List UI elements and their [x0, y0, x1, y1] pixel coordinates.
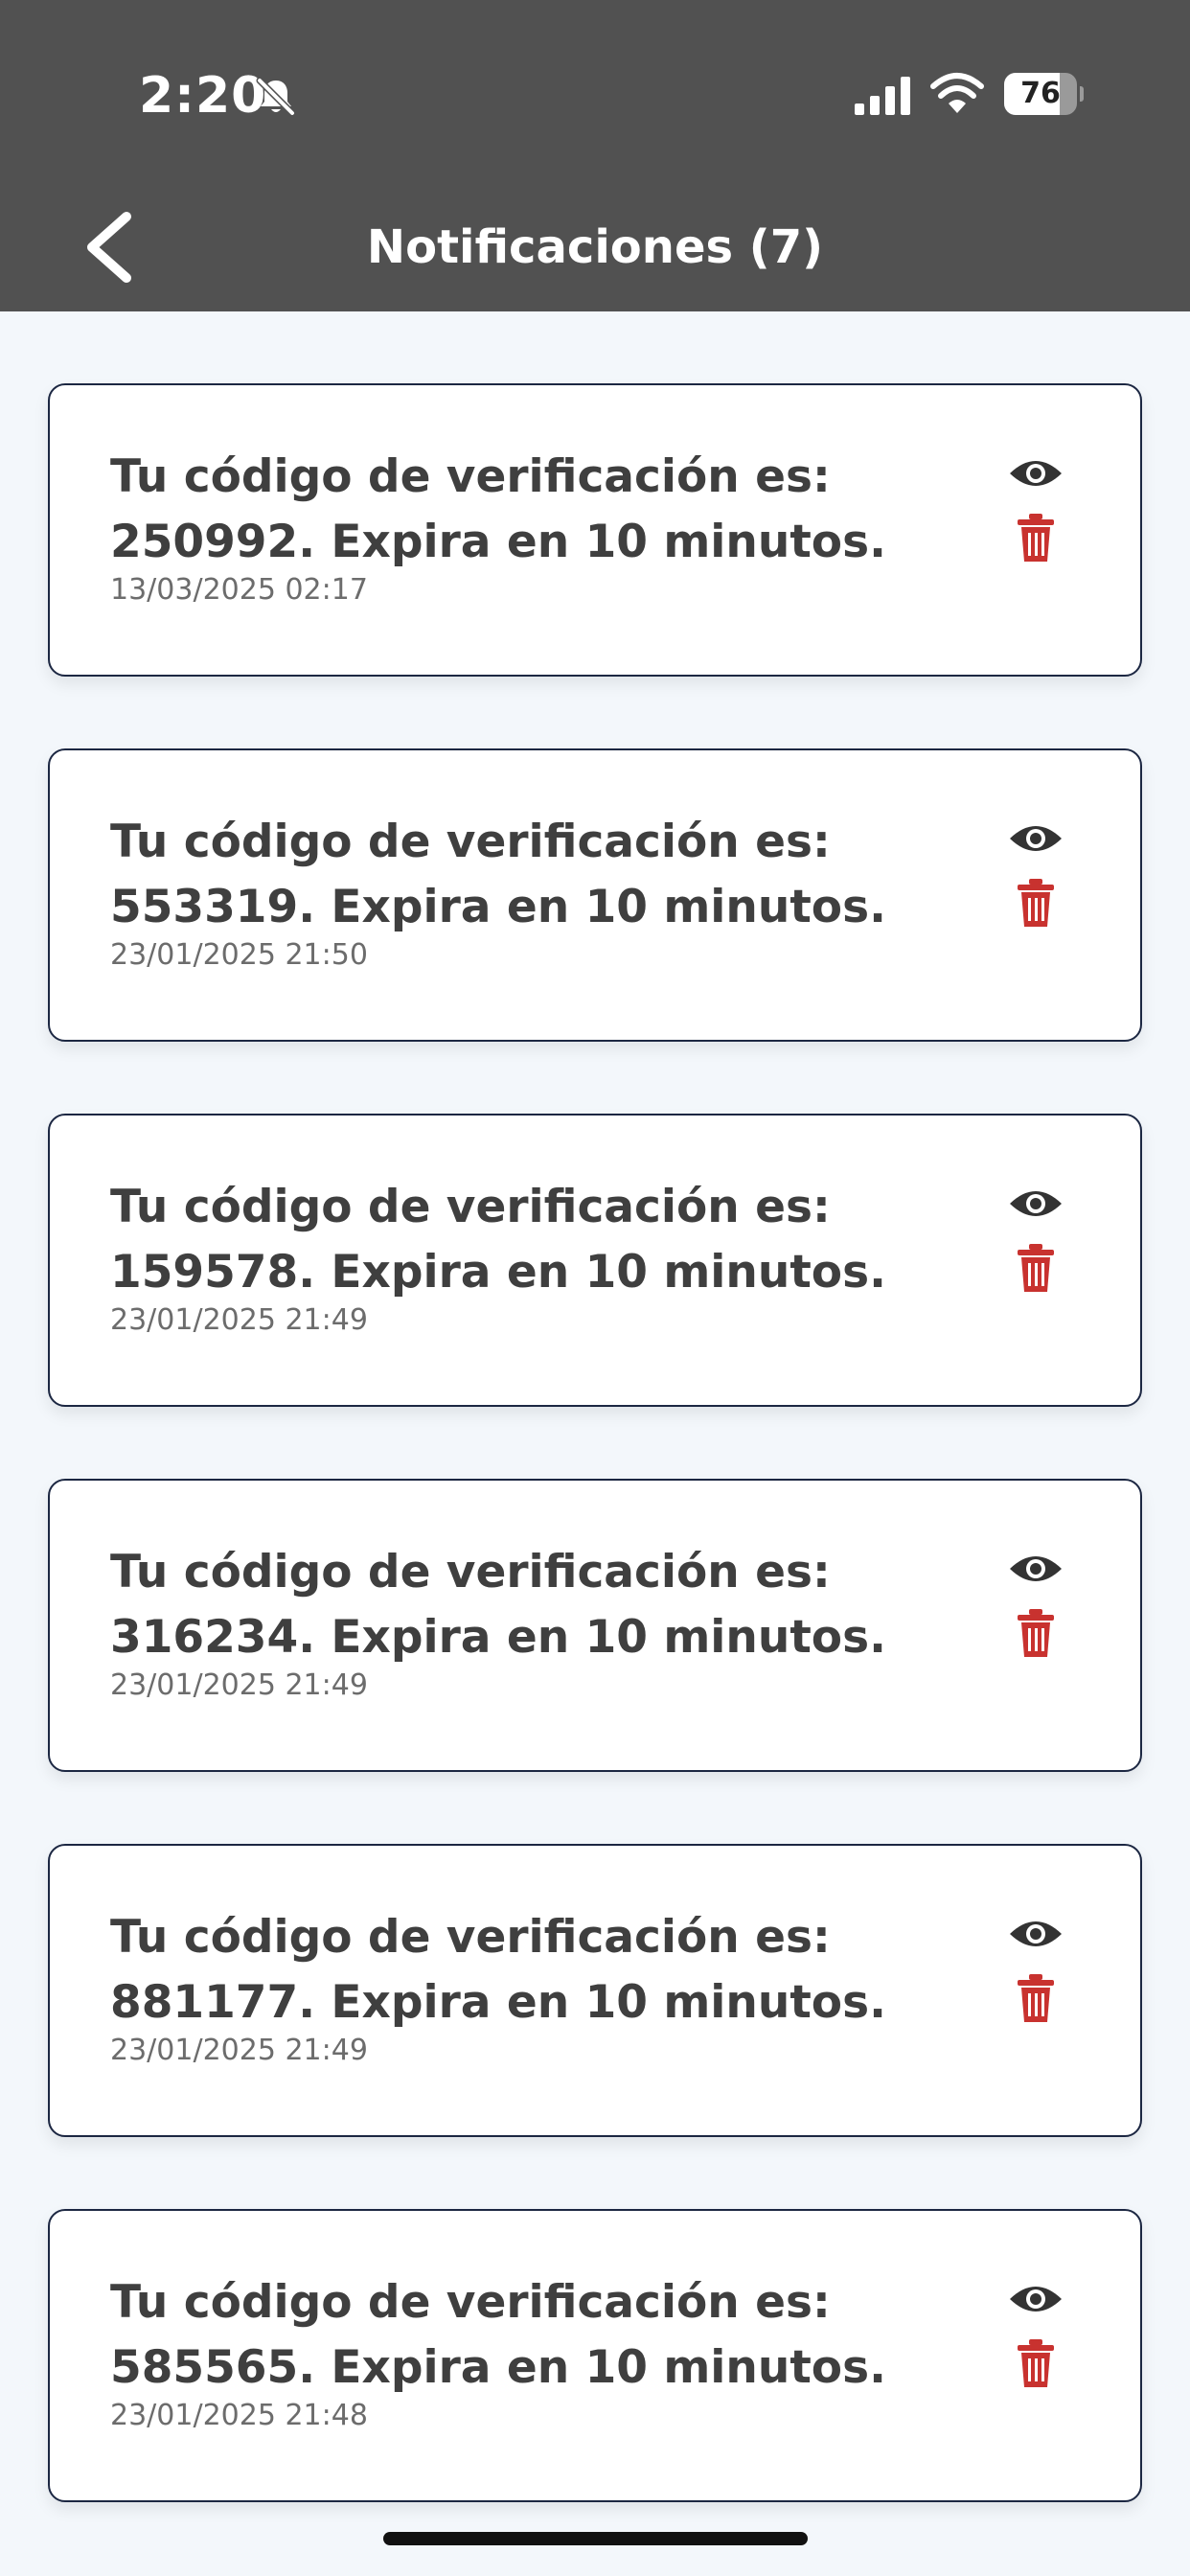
notification-card: Tu código de verificación es: 881177. Ex… [48, 1844, 1142, 2137]
eye-icon[interactable] [1008, 1915, 1064, 1953]
page-title: Notificaciones (7) [366, 220, 824, 274]
notification-message: Tu código de verificación es: 159578. Ex… [110, 1181, 886, 1299]
notification-date: 23/01/2025 21:49 [110, 2034, 368, 2067]
eye-icon[interactable] [1008, 819, 1064, 858]
trash-icon[interactable] [1016, 877, 1056, 929]
status-bar: 2:20 76 [0, 0, 1190, 182]
signal-bars-icon [855, 77, 910, 115]
notification-date: 23/01/2025 21:48 [110, 2399, 368, 2432]
status-time: 2:20 [139, 67, 267, 125]
notification-message: Tu código de verificación es: 250992. Ex… [110, 450, 886, 568]
eye-icon[interactable] [1008, 1550, 1064, 1588]
notification-card: Tu código de verificación es: 553319. Ex… [48, 748, 1142, 1042]
eye-icon[interactable] [1008, 1184, 1064, 1223]
notification-message: Tu código de verificación es: 553319. Ex… [110, 816, 886, 933]
battery-icon: 76 [1004, 73, 1084, 115]
trash-icon[interactable] [1016, 2337, 1056, 2389]
notification-date: 13/03/2025 02:17 [110, 573, 368, 607]
trash-icon[interactable] [1016, 512, 1056, 564]
notification-card: Tu código de verificación es: 585565. Ex… [48, 2209, 1142, 2502]
bell-slash-icon [256, 77, 296, 117]
home-indicator[interactable] [383, 2532, 808, 2545]
trash-icon[interactable] [1016, 1972, 1056, 2024]
notification-date: 23/01/2025 21:49 [110, 1303, 368, 1337]
notification-message: Tu código de verificación es: 585565. Ex… [110, 2276, 886, 2394]
notification-card: Tu código de verificación es: 159578. Ex… [48, 1114, 1142, 1407]
battery-percent: 76 [1020, 77, 1061, 110]
trash-icon[interactable] [1016, 1242, 1056, 1294]
notification-date: 23/01/2025 21:49 [110, 1668, 368, 1702]
notification-card: Tu código de verificación es: 250992. Ex… [48, 383, 1142, 677]
notification-message: Tu código de verificación es: 316234. Ex… [110, 1546, 886, 1664]
trash-icon[interactable] [1016, 1607, 1056, 1659]
notification-message: Tu código de verificación es: 881177. Ex… [110, 1911, 886, 2029]
notification-date: 23/01/2025 21:50 [110, 938, 368, 972]
eye-icon[interactable] [1008, 2280, 1064, 2318]
wifi-icon [930, 73, 984, 113]
notification-card: Tu código de verificación es: 316234. Ex… [48, 1479, 1142, 1772]
eye-icon[interactable] [1008, 454, 1064, 493]
